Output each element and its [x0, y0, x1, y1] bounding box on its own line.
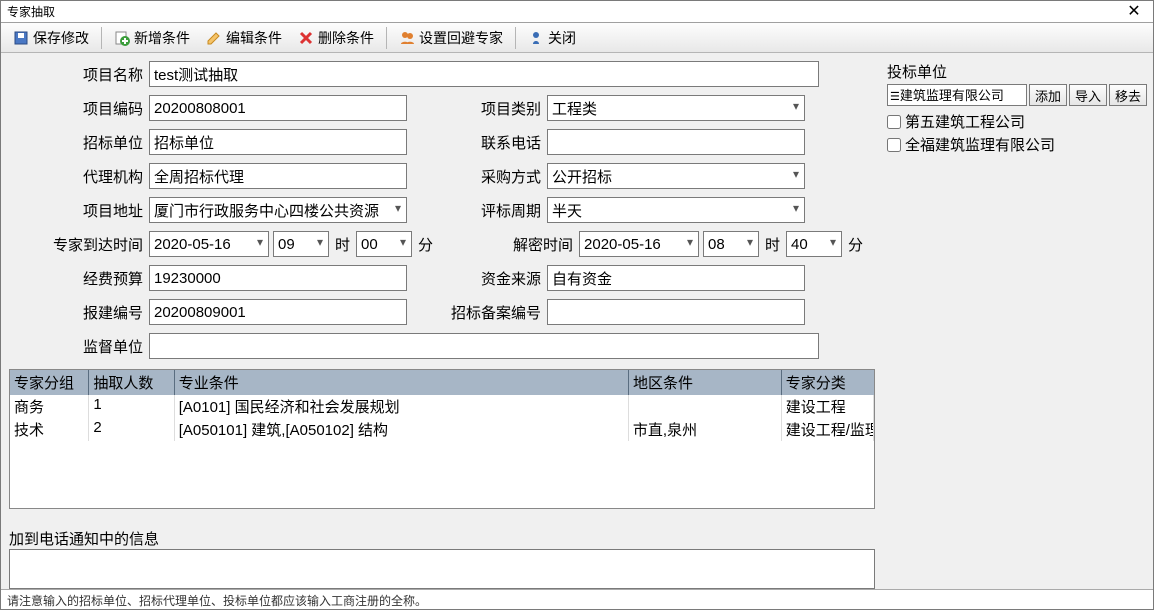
th-major: 专业条件 [175, 370, 629, 395]
add-icon [114, 30, 130, 46]
supervise-input[interactable] [149, 333, 819, 359]
save-button[interactable]: 保存修改 [7, 26, 95, 50]
bidder-checkbox[interactable] [887, 138, 901, 152]
th-group: 专家分组 [10, 370, 89, 395]
label-report-code: 报建编号 [9, 302, 149, 323]
arrive-hour-select[interactable] [273, 231, 329, 257]
right-pane: 投标单位 ☰建筑监理有限公司 添加 导入 移去 第五建筑工程公司 全福建筑监理有… [883, 53, 1153, 589]
separator [386, 27, 387, 49]
note-input[interactable] [9, 549, 875, 589]
bidder-checkbox[interactable] [887, 115, 901, 129]
bidder-select[interactable]: ☰建筑监理有限公司 [887, 84, 1027, 106]
min-unit: 分 [848, 234, 863, 255]
fund-input[interactable] [547, 265, 805, 291]
avoid-expert-button[interactable]: 设置回避专家 [393, 26, 509, 50]
label-purchase: 采购方式 [447, 166, 547, 187]
label-supervise: 监督单位 [9, 336, 149, 357]
save-label: 保存修改 [33, 28, 89, 48]
label-contact: 联系电话 [447, 132, 547, 153]
edit-cond-label: 编辑条件 [226, 28, 282, 48]
min-unit: 分 [418, 234, 433, 255]
close-icon[interactable]: ✕ [1121, 2, 1147, 22]
window: 专家抽取 ✕ 保存修改 新增条件 编辑条件 删除条件 设置回避专家 关闭 项目名… [0, 0, 1154, 610]
bidder-item[interactable]: 第五建筑工程公司 [887, 110, 1147, 133]
report-code-input[interactable] [149, 299, 407, 325]
decrypt-date-picker[interactable] [579, 231, 699, 257]
th-count: 抽取人数 [89, 370, 174, 395]
exit-icon [528, 30, 544, 46]
th-region: 地区条件 [629, 370, 782, 395]
save-icon [13, 30, 29, 46]
label-eval-period: 评标周期 [447, 200, 547, 221]
table-row[interactable]: 技术 2 [A050101] 建筑,[A050102] 结构 市直,泉州 建设工… [10, 418, 874, 441]
close-label: 关闭 [548, 28, 576, 48]
label-addr: 项目地址 [9, 200, 149, 221]
add-cond-button[interactable]: 新增条件 [108, 26, 196, 50]
label-fund: 资金来源 [447, 268, 547, 289]
delete-icon [298, 30, 314, 46]
bidder-controls: ☰建筑监理有限公司 添加 导入 移去 [887, 84, 1147, 106]
bidder-list: 第五建筑工程公司 全福建筑监理有限公司 [887, 110, 1147, 156]
label-filing-code: 招标备案编号 [447, 302, 547, 323]
form: 项目名称 项目编码 项目类别 招标单位 联系电话 代理机构 [9, 61, 875, 367]
label-proj-code: 项目编码 [9, 98, 149, 119]
bidder-import-button[interactable]: 导入 [1069, 84, 1107, 106]
bidder-add-button[interactable]: 添加 [1029, 84, 1067, 106]
close-button[interactable]: 关闭 [522, 26, 582, 50]
content: 项目名称 项目编码 项目类别 招标单位 联系电话 代理机构 [1, 53, 1153, 589]
status-bar: 请注意输入的招标单位、招标代理单位、投标单位都应该输入工商注册的全称。 [1, 589, 1153, 609]
left-pane: 项目名称 项目编码 项目类别 招标单位 联系电话 代理机构 [1, 53, 883, 589]
titlebar: 专家抽取 ✕ [1, 1, 1153, 23]
decrypt-min-select[interactable] [786, 231, 842, 257]
window-title: 专家抽取 [7, 3, 1121, 20]
arrive-date-picker[interactable] [149, 231, 269, 257]
hour-unit: 时 [335, 234, 350, 255]
addr-select[interactable] [149, 197, 407, 223]
budget-input[interactable] [149, 265, 407, 291]
separator [515, 27, 516, 49]
bidder-title: 投标单位 [887, 61, 1147, 82]
conditions-table[interactable]: 专家分组 抽取人数 专业条件 地区条件 专家分类 商务 1 [A0101] 国民… [9, 369, 875, 509]
table-header: 专家分组 抽取人数 专业条件 地区条件 专家分类 [10, 370, 874, 395]
proj-code-input[interactable] [149, 95, 407, 121]
hour-unit: 时 [765, 234, 780, 255]
decrypt-hour-select[interactable] [703, 231, 759, 257]
label-arrive: 专家到达时间 [9, 234, 149, 255]
bidder-item-label: 第五建筑工程公司 [905, 111, 1025, 132]
note-label: 加到电话通知中的信息 [9, 528, 875, 549]
toolbar: 保存修改 新增条件 编辑条件 删除条件 设置回避专家 关闭 [1, 23, 1153, 53]
bidder-remove-button[interactable]: 移去 [1109, 84, 1147, 106]
del-cond-label: 删除条件 [318, 28, 374, 48]
del-cond-button[interactable]: 删除条件 [292, 26, 380, 50]
proj-type-select[interactable] [547, 95, 805, 121]
edit-cond-button[interactable]: 编辑条件 [200, 26, 288, 50]
edit-icon [206, 30, 222, 46]
arrive-min-select[interactable] [356, 231, 412, 257]
add-cond-label: 新增条件 [134, 28, 190, 48]
bidder-item-label: 全福建筑监理有限公司 [905, 134, 1055, 155]
table-row[interactable]: 商务 1 [A0101] 国民经济和社会发展规划 建设工程 [10, 395, 874, 418]
avoid-expert-label: 设置回避专家 [419, 28, 503, 48]
filing-code-input[interactable] [547, 299, 805, 325]
agency-input[interactable] [149, 163, 407, 189]
label-proj-name: 项目名称 [9, 64, 149, 85]
people-icon [399, 30, 415, 46]
contact-input[interactable] [547, 129, 805, 155]
purchase-select[interactable] [547, 163, 805, 189]
label-agency: 代理机构 [9, 166, 149, 187]
label-decrypt: 解密时间 [479, 234, 579, 255]
proj-name-input[interactable] [149, 61, 819, 87]
label-proj-type: 项目类别 [447, 98, 547, 119]
label-tender-unit: 招标单位 [9, 132, 149, 153]
label-budget: 经费预算 [9, 268, 149, 289]
note-section: 加到电话通知中的信息 [9, 528, 875, 589]
th-cat: 专家分类 [782, 370, 874, 395]
bidder-item[interactable]: 全福建筑监理有限公司 [887, 133, 1147, 156]
tender-unit-input[interactable] [149, 129, 407, 155]
eval-period-select[interactable] [547, 197, 805, 223]
separator [101, 27, 102, 49]
